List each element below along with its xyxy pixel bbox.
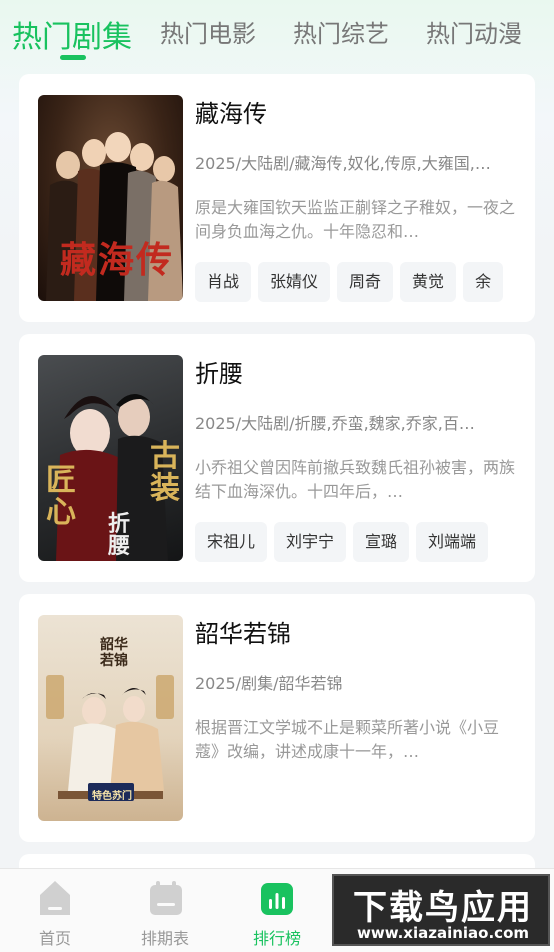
tab-hot-series[interactable]: 热门剧集 (12, 12, 132, 56)
poster-title-text: 韶华若锦 (100, 637, 128, 669)
show-meta: 2025/剧集/韶华若锦 (195, 674, 343, 693)
show-poster[interactable]: 藏海传 (38, 95, 183, 301)
tab-hot-movies[interactable]: 热门电影 (160, 14, 256, 49)
cast-chip[interactable]: 余 (463, 262, 504, 302)
poster-text-right: 古装 (150, 439, 180, 506)
show-meta: 2025/大陆剧/折腰,乔蛮,魏家,乔家,百… (195, 414, 475, 433)
show-poster[interactable]: 匠心 古装 折腰 (38, 355, 183, 561)
nav-ranking[interactable]: 排行榜 (232, 869, 322, 952)
nav-label: 首页 (38, 929, 71, 948)
cast-chip[interactable]: 宋祖儿 (195, 522, 268, 562)
cast-list: 宋祖儿 刘宇宁 宣璐 刘端端 (195, 522, 535, 562)
watermark-title: 下载鸟应用 (353, 888, 533, 928)
tab-hot-variety[interactable]: 热门综艺 (293, 14, 389, 49)
cast-chip[interactable]: 刘宇宁 (274, 522, 347, 562)
nav-label: 排行榜 (252, 929, 301, 948)
cast-chip[interactable]: 刘端端 (416, 522, 489, 562)
cast-chip[interactable]: 黄觉 (400, 262, 457, 302)
show-card[interactable]: 匠心 古装 折腰 折腰 2025/大陆剧/折腰,乔蛮,魏家,乔家,百… 小乔祖父… (19, 334, 535, 582)
poster-text-left: 匠心 (46, 463, 76, 530)
cast-chip[interactable]: 宣璐 (353, 522, 410, 562)
cast-chip[interactable]: 张婧仪 (258, 262, 331, 302)
calendar-icon (150, 881, 182, 915)
chart-icon (261, 883, 293, 915)
watermark-url: www.xiazainiao.com (356, 924, 530, 942)
nav-label: 排期表 (140, 929, 189, 948)
home-icon (40, 881, 70, 915)
poster-badge-text: 特色苏门 (92, 791, 132, 802)
cast-list: 肖战 张婧仪 周奇 黄觉余 (195, 262, 535, 302)
poster-title-text: 藏海传 (60, 239, 175, 281)
poster-title-text: 折腰 (108, 511, 131, 559)
show-description: 原是大雍国钦天监监正蒯铎之子稚奴，一夜之间身负血海之仇。十年隐忍和… (195, 198, 516, 241)
nav-home[interactable]: 首页 (10, 869, 100, 952)
cast-chip[interactable]: 肖战 (195, 262, 252, 302)
show-description: 根据晋江文学城不止是颗菜所著小说《小豆蔻》改编，讲述成康十一年，… (195, 718, 500, 761)
category-tabs: 热门剧集 热门电影 热门综艺 热门动漫 (0, 0, 554, 66)
show-poster[interactable]: 韶华若锦 特色苏门 (38, 615, 183, 821)
site-watermark-logo: 下载鸟应用 www.xiazainiao.com (332, 874, 550, 946)
show-card[interactable]: 藏海传 藏海传 2025/大陆剧/藏海传,奴化,传原,大雍国,… 原是大雍国钦天… (19, 74, 535, 322)
show-card[interactable]: 韶华若锦 特色苏门 韶华若锦 2025/剧集/韶华若锦 根据晋江文学城不止是颗菜… (19, 594, 535, 842)
show-title: 折腰 (195, 360, 243, 388)
cast-chip[interactable]: 周奇 (337, 262, 394, 302)
show-meta: 2025/大陆剧/藏海传,奴化,传原,大雍国,… (195, 154, 491, 173)
show-title: 韶华若锦 (195, 620, 291, 648)
show-description: 小乔祖父曾因阵前撤兵致魏氏祖孙被害，两族结下血海深仇。十四年后，… (195, 458, 516, 501)
show-title: 藏海传 (195, 100, 267, 128)
nav-schedule[interactable]: 排期表 (120, 869, 210, 952)
active-tab-indicator (60, 55, 86, 60)
tab-hot-anime[interactable]: 热门动漫 (426, 14, 522, 49)
